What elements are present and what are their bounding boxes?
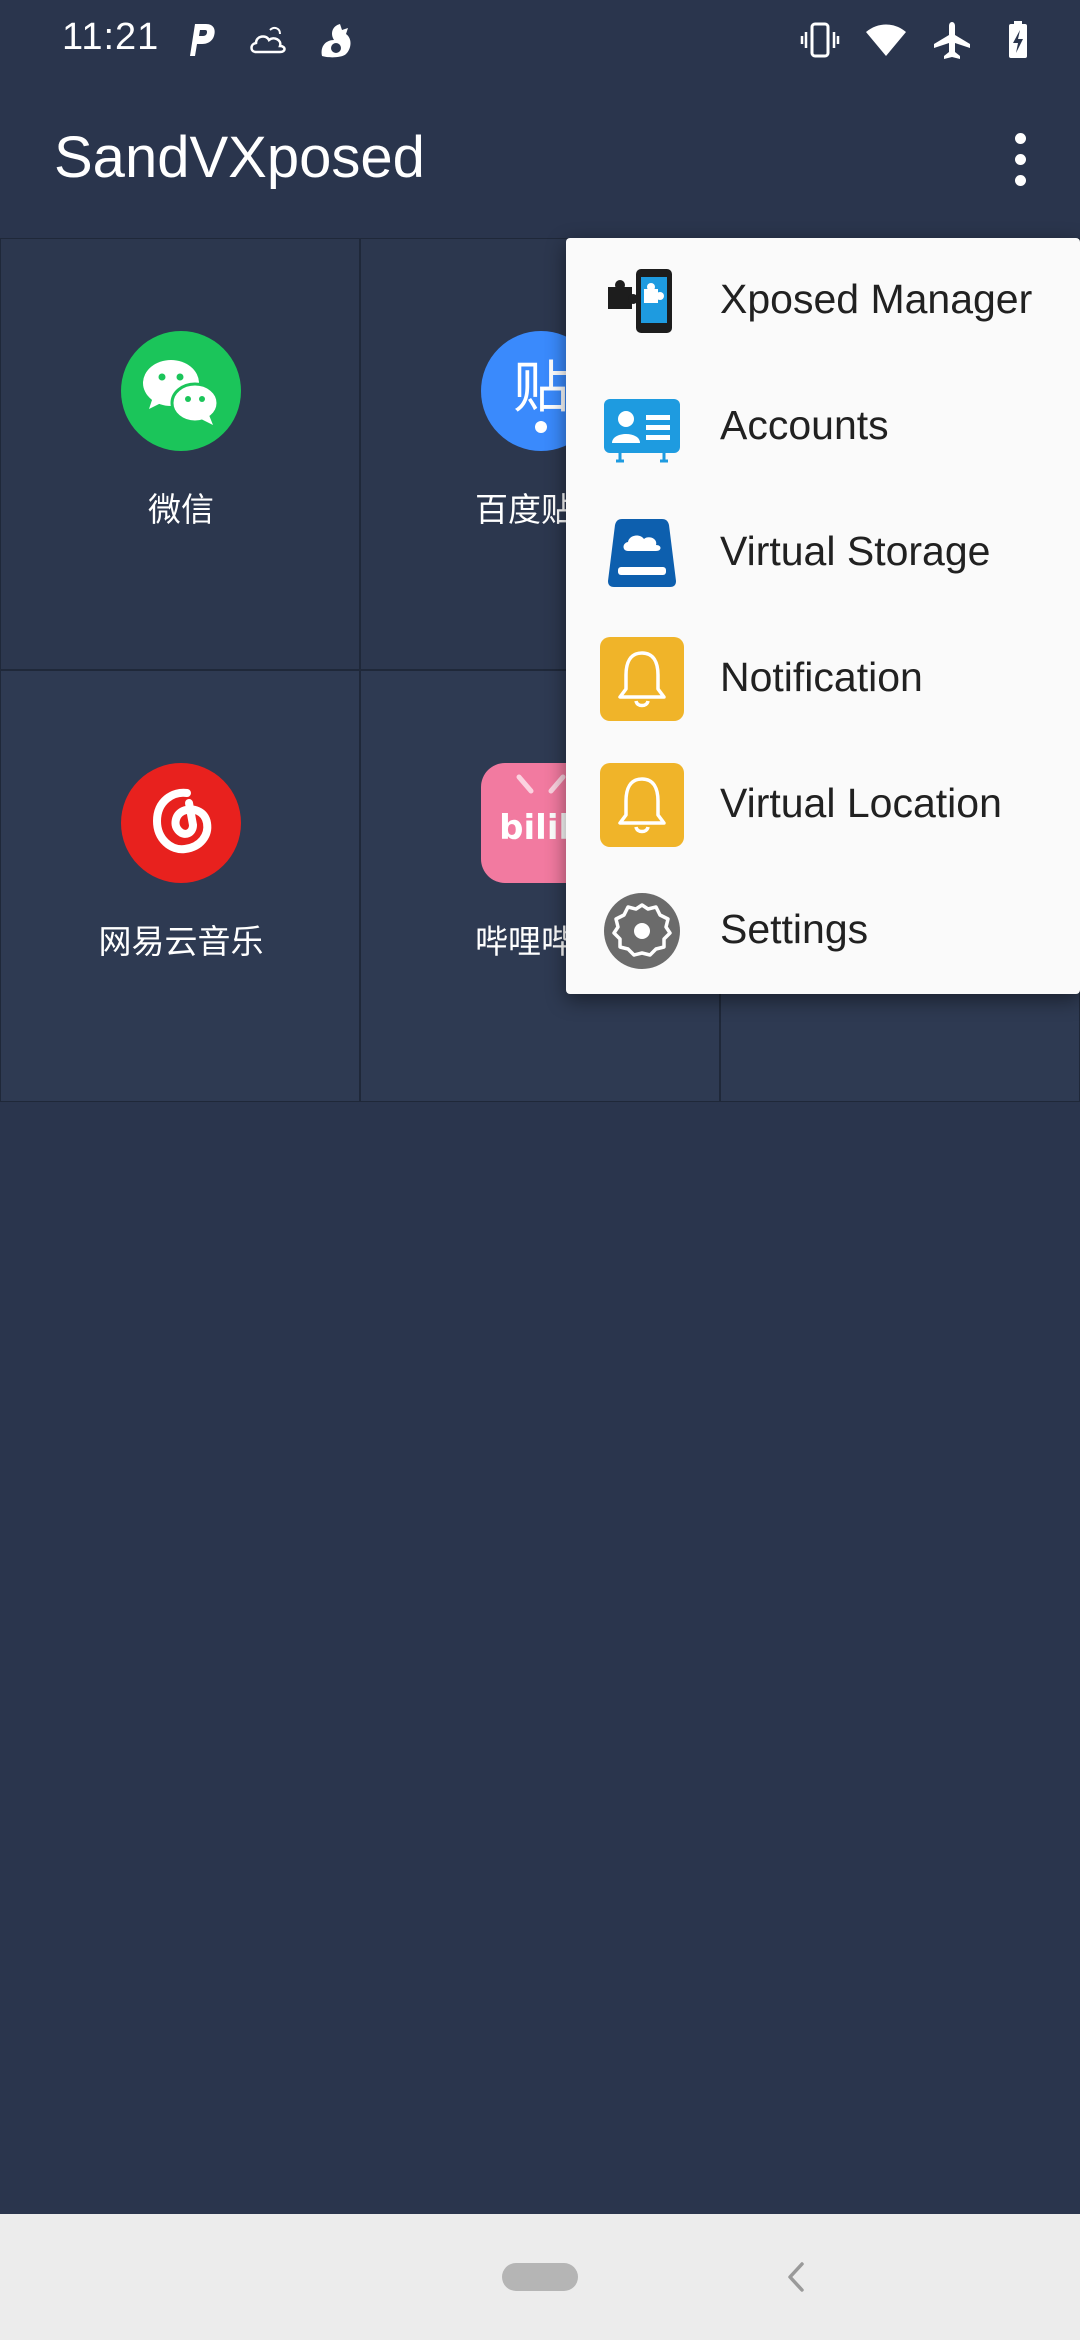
app-label: 网易云音乐 xyxy=(98,922,264,961)
overflow-menu: Xposed Manager Accounts Virtual Storage xyxy=(566,238,1080,994)
bell-icon xyxy=(600,637,684,721)
xposed-puzzle-icon xyxy=(608,269,672,333)
more-vert-icon[interactable] xyxy=(990,116,1050,202)
gear-icon xyxy=(604,893,680,969)
menu-item-notification[interactable]: Notification xyxy=(566,616,1080,742)
cloud-storage-icon xyxy=(608,519,676,587)
wechat-icon xyxy=(121,331,241,451)
menu-item-xposed-manager[interactable]: Xposed Manager xyxy=(566,238,1080,364)
app-bar: SandVXposed xyxy=(0,80,1080,238)
app-tile-netease-music[interactable]: 网易云音乐 xyxy=(0,670,360,1102)
app-tile-wechat[interactable]: 微信 xyxy=(0,238,360,670)
menu-label: Xposed Manager xyxy=(720,276,1033,322)
nav-bar xyxy=(0,2214,1080,2340)
menu-label: Settings xyxy=(720,906,869,952)
netease-music-icon xyxy=(121,763,241,883)
p-app-icon xyxy=(190,24,215,56)
app-title: SandVXposed xyxy=(54,125,425,190)
status-left-icons xyxy=(178,18,358,62)
svg-text:贴: 贴 xyxy=(513,356,569,421)
menu-label: Virtual Location xyxy=(720,780,1002,826)
menu-label: Notification xyxy=(720,654,923,700)
home-pill-icon[interactable] xyxy=(502,2263,578,2291)
back-chevron-icon[interactable] xyxy=(776,2254,816,2300)
squirrel-icon xyxy=(321,24,351,58)
wifi-icon xyxy=(866,24,906,56)
menu-item-virtual-storage[interactable]: Virtual Storage xyxy=(566,490,1080,616)
menu-label: Accounts xyxy=(720,402,889,448)
menu-label: Virtual Storage xyxy=(720,528,991,574)
battery-charging-icon xyxy=(1009,21,1027,58)
app-label: 微信 xyxy=(148,490,214,529)
status-time: 11:21 xyxy=(62,16,160,58)
menu-item-accounts[interactable]: Accounts xyxy=(566,364,1080,490)
bell-icon xyxy=(600,763,684,847)
airplane-mode-icon xyxy=(934,22,970,59)
cloud-weather-icon xyxy=(250,26,286,54)
status-right-icons xyxy=(798,18,1040,62)
status-bar: 11:21 xyxy=(0,0,1080,80)
screen: 11:21 SandVXposed 微信 贴 百度贴吧 网易云音乐 bilib … xyxy=(0,0,1080,2340)
menu-item-settings[interactable]: Settings xyxy=(566,868,1080,994)
menu-item-virtual-location[interactable]: Virtual Location xyxy=(566,742,1080,868)
vibrate-icon xyxy=(800,22,840,58)
accounts-card-icon xyxy=(604,399,680,463)
